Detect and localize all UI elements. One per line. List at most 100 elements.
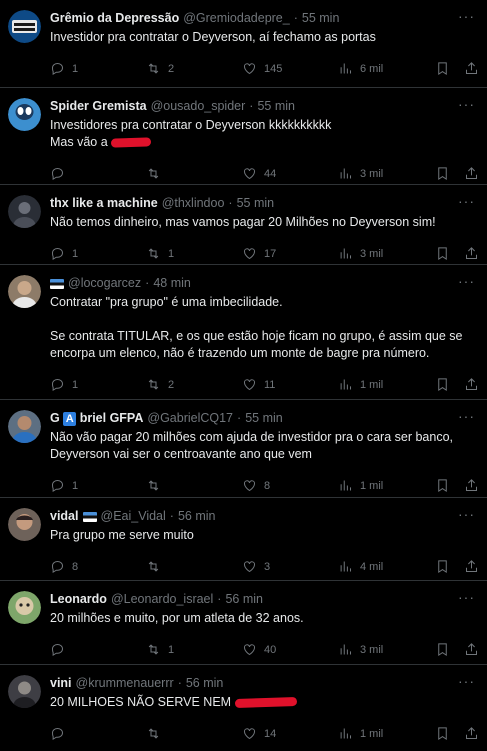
reply-button[interactable]: [50, 726, 72, 741]
tweet[interactable]: @locogarcez · 48 min ··· Contratar "pra …: [0, 265, 487, 400]
like-button[interactable]: 145: [242, 61, 282, 76]
reply-button[interactable]: 1: [50, 478, 78, 493]
views-button[interactable]: 1 mil: [338, 478, 383, 493]
more-options-icon[interactable]: ···: [458, 590, 475, 604]
reply-button[interactable]: 8: [50, 559, 78, 574]
avatar[interactable]: [8, 675, 41, 708]
avatar[interactable]: [8, 508, 41, 541]
author-handle[interactable]: @ousado_spider: [151, 98, 246, 115]
avatar[interactable]: [8, 195, 41, 228]
retweet-button[interactable]: [146, 166, 168, 181]
retweet-button[interactable]: 2: [146, 61, 174, 76]
author-name[interactable]: Spider Gremista: [50, 98, 147, 115]
more-options-icon[interactable]: ···: [458, 9, 475, 23]
avatar[interactable]: [8, 98, 41, 131]
timestamp[interactable]: 56 min: [178, 508, 216, 525]
reply-button[interactable]: [50, 166, 72, 181]
author-handle[interactable]: @Leonardo_israel: [111, 591, 213, 608]
more-options-icon[interactable]: ···: [458, 97, 475, 111]
author-name[interactable]: thx like a machine: [50, 195, 158, 212]
author-name[interactable]: vini: [50, 675, 72, 692]
like-button[interactable]: 40: [242, 642, 276, 657]
reply-button[interactable]: 1: [50, 246, 78, 261]
views-button[interactable]: 1 mil: [338, 377, 383, 392]
avatar[interactable]: [8, 275, 41, 308]
tweet[interactable]: vidal @Eai_Vidal · 56 min ··· Pra grupo …: [0, 498, 487, 581]
retweet-button[interactable]: [146, 559, 168, 574]
timestamp[interactable]: 48 min: [153, 275, 191, 292]
tweet[interactable]: Leonardo @Leonardo_israel · 56 min ··· 2…: [0, 581, 487, 665]
share-button[interactable]: [464, 166, 479, 181]
author-name[interactable]: vidal: [50, 508, 79, 525]
tweet[interactable]: Spider Gremista @ousado_spider · 55 min …: [0, 88, 487, 185]
bookmark-button[interactable]: [435, 61, 450, 76]
retweet-button[interactable]: [146, 478, 168, 493]
bookmark-button[interactable]: [435, 642, 450, 657]
share-button[interactable]: [464, 61, 479, 76]
views-icon: [340, 168, 351, 179]
share-button[interactable]: [464, 478, 479, 493]
timestamp[interactable]: 55 min: [237, 195, 275, 212]
like-button[interactable]: 14: [242, 726, 276, 741]
retweet-button[interactable]: [146, 726, 168, 741]
bookmark-button[interactable]: [435, 559, 450, 574]
retweet-button[interactable]: 1: [146, 246, 174, 261]
retweet-icon: [148, 248, 159, 259]
like-button[interactable]: 11: [242, 377, 275, 392]
share-button[interactable]: [464, 642, 479, 657]
tweet[interactable]: Grêmio da Depressão @Gremiodadepre_ · 55…: [0, 0, 487, 88]
like-button[interactable]: 44: [242, 166, 276, 181]
share-button[interactable]: [464, 377, 479, 392]
author-handle[interactable]: @Gremiodadepre_: [183, 10, 290, 27]
author-handle[interactable]: @krummenauerrr: [76, 675, 174, 692]
timestamp[interactable]: 55 min: [257, 98, 295, 115]
like-button[interactable]: 3: [242, 559, 270, 574]
views-button[interactable]: 6 mil: [338, 61, 383, 76]
bookmark-button[interactable]: [435, 377, 450, 392]
views-icon: [340, 644, 351, 655]
timestamp[interactable]: 55 min: [302, 10, 340, 27]
author-name[interactable]: Leonardo: [50, 591, 107, 608]
more-options-icon[interactable]: ···: [458, 409, 475, 423]
more-options-icon[interactable]: ···: [458, 194, 475, 208]
views-button[interactable]: 3 mil: [338, 246, 383, 261]
author-name[interactable]: G A briel GFPA: [50, 410, 143, 427]
share-button[interactable]: [464, 559, 479, 574]
more-options-icon[interactable]: ···: [458, 674, 475, 688]
timestamp[interactable]: 56 min: [186, 675, 224, 692]
like-count: 11: [264, 378, 276, 391]
views-button[interactable]: 3 mil: [338, 642, 383, 657]
avatar[interactable]: [8, 591, 41, 624]
author-handle[interactable]: @thxlindoo: [162, 195, 225, 212]
avatar[interactable]: [8, 10, 41, 43]
bookmark-button[interactable]: [435, 246, 450, 261]
share-button[interactable]: [464, 246, 479, 261]
author-handle[interactable]: @Eai_Vidal: [101, 508, 166, 525]
share-button[interactable]: [464, 726, 479, 741]
retweet-button[interactable]: 2: [146, 377, 174, 392]
more-options-icon[interactable]: ···: [458, 274, 475, 288]
like-button[interactable]: 17: [242, 246, 276, 261]
bookmark-button[interactable]: [435, 726, 450, 741]
share-icon: [466, 560, 477, 572]
author-handle[interactable]: @GabrielCQ17: [147, 410, 233, 427]
reply-button[interactable]: [50, 642, 72, 657]
author-handle[interactable]: @locogarcez: [68, 275, 141, 292]
author-name[interactable]: Grêmio da Depressão: [50, 10, 179, 27]
bookmark-button[interactable]: [435, 166, 450, 181]
timestamp[interactable]: 56 min: [225, 591, 263, 608]
reply-button[interactable]: 1: [50, 377, 78, 392]
views-button[interactable]: 1 mil: [338, 726, 383, 741]
timestamp[interactable]: 55 min: [245, 410, 283, 427]
more-options-icon[interactable]: ···: [458, 507, 475, 521]
views-button[interactable]: 4 mil: [338, 559, 383, 574]
reply-button[interactable]: 1: [50, 61, 78, 76]
like-button[interactable]: 8: [242, 478, 270, 493]
retweet-button[interactable]: 1: [146, 642, 174, 657]
views-button[interactable]: 3 mil: [338, 166, 383, 181]
tweet[interactable]: G A briel GFPA @GabrielCQ17 · 55 min ···…: [0, 400, 487, 498]
tweet[interactable]: vini @krummenauerrr · 56 min ··· 20 MILH…: [0, 665, 487, 751]
tweet[interactable]: thx like a machine @thxlindoo · 55 min ·…: [0, 185, 487, 265]
bookmark-button[interactable]: [435, 478, 450, 493]
avatar[interactable]: [8, 410, 41, 443]
